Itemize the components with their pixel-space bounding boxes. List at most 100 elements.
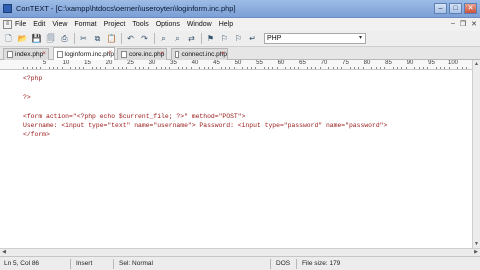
- ruler-tick: [315, 67, 317, 69]
- save-all-icon[interactable]: 🗐: [45, 33, 56, 44]
- scroll-down-icon[interactable]: ▼: [473, 240, 480, 248]
- status-divider: [113, 259, 114, 269]
- menu-project[interactable]: Project: [104, 21, 126, 28]
- redo-icon[interactable]: ↷: [139, 33, 150, 44]
- ruler-label: 95: [428, 60, 435, 66]
- ruler-tick: [117, 67, 119, 69]
- ruler-tick: [448, 67, 450, 69]
- find-next-icon[interactable]: ⌕: [172, 33, 183, 44]
- ruler-tick: [134, 67, 136, 69]
- ruler-tick: [418, 67, 420, 69]
- ruler-tick: [384, 67, 386, 69]
- menu-tools[interactable]: Tools: [132, 21, 148, 28]
- horizontal-scrollbar[interactable]: ◀ ▶: [0, 248, 480, 256]
- scroll-up-icon[interactable]: ▲: [473, 60, 480, 68]
- ruler-tick: [319, 67, 321, 69]
- app-icon: [3, 4, 12, 13]
- tab-core-inc-php[interactable]: core.inc.php ×: [117, 48, 167, 60]
- ruler-tick: [242, 67, 244, 69]
- ruler-tick: [169, 67, 171, 69]
- ruler-tick: [23, 67, 24, 69]
- cut-icon[interactable]: ✂: [78, 33, 89, 44]
- ruler-tick: [96, 67, 98, 69]
- ruler-tick: [392, 67, 394, 69]
- tab-close-icon[interactable]: ×: [160, 50, 164, 57]
- ruler-tick: [336, 67, 338, 69]
- code-editor[interactable]: <?php ?> <form action="<?php echo $curre…: [0, 71, 472, 248]
- new-file-icon[interactable]: 🗋: [3, 33, 14, 44]
- ruler-tick: [74, 67, 76, 69]
- ruler-tick: [83, 67, 85, 69]
- replace-icon[interactable]: ⇄: [186, 33, 197, 44]
- cursor-position: Ln 5, Col 86: [4, 260, 40, 267]
- copy-icon[interactable]: ⧉: [92, 33, 103, 44]
- maximize-button[interactable]: □: [449, 3, 462, 14]
- print-icon[interactable]: ⎙: [59, 33, 70, 44]
- ruler-tick: [207, 67, 209, 69]
- ruler-tick: [160, 67, 162, 69]
- menu-file[interactable]: File: [15, 21, 26, 28]
- tab-loginform-inc-php[interactable]: loginform.inc.php ×: [53, 47, 115, 60]
- ruler-tick: [225, 67, 227, 69]
- bookmark-prev-icon[interactable]: ⚐: [233, 33, 244, 44]
- tab-connect-inc-php[interactable]: connect.inc.php ×: [171, 48, 228, 60]
- document-minimize-button[interactable]: –: [451, 20, 455, 28]
- ruler-label: 5: [42, 60, 47, 66]
- file-icon: [175, 51, 180, 58]
- ruler-label: 45: [213, 60, 220, 66]
- menu-format[interactable]: Format: [74, 21, 96, 28]
- menu-window[interactable]: Window: [187, 21, 212, 28]
- tab-index-php[interactable]: index.php ×: [3, 48, 49, 60]
- file-icon: [7, 51, 13, 58]
- ruler-tick: [212, 67, 214, 69]
- open-file-icon[interactable]: 📂: [17, 33, 28, 44]
- ruler-label: 80: [363, 60, 371, 66]
- bookmark-toggle-icon[interactable]: ⚑: [205, 33, 216, 44]
- ruler-tick: [91, 67, 93, 69]
- vertical-scrollbar[interactable]: ▲ ▼: [472, 60, 480, 248]
- menu-options[interactable]: Options: [156, 21, 180, 28]
- ruler-label: 85: [385, 60, 392, 66]
- ruler-tick: [465, 67, 467, 69]
- toolbar-separator: [154, 33, 155, 44]
- toolbar-separator: [74, 33, 75, 44]
- code-line: <form action="<?php echo $current_file; …: [23, 113, 246, 120]
- tab-close-icon[interactable]: ×: [42, 50, 46, 57]
- scroll-right-icon[interactable]: ▶: [472, 249, 480, 256]
- bookmark-next-icon[interactable]: ⚐: [219, 33, 230, 44]
- window-title: ConTEXT - [C:\xampp\htdocs\oerneri\usero…: [16, 4, 236, 13]
- save-icon[interactable]: 💾: [31, 33, 42, 44]
- ruler-tick: [435, 67, 437, 69]
- document-window-controls: – ❐ ✕: [451, 20, 477, 28]
- ruler-tick: [371, 67, 373, 69]
- ruler-tick: [349, 67, 351, 69]
- document-menu-icon[interactable]: ≡: [3, 20, 12, 29]
- undo-icon[interactable]: ↶: [125, 33, 136, 44]
- ruler-tick: [147, 67, 149, 69]
- status-divider: [296, 259, 297, 269]
- document-restore-button[interactable]: ❐: [460, 20, 466, 28]
- ruler-tick: [285, 67, 287, 69]
- status-bar: Ln 5, Col 86 Insert Sel: Normal DOS File…: [0, 256, 480, 270]
- word-wrap-icon[interactable]: ↵: [247, 33, 258, 44]
- tab-close-icon[interactable]: ×: [221, 50, 225, 57]
- minimize-button[interactable]: –: [434, 3, 447, 14]
- file-size: File size: 179: [302, 260, 341, 267]
- close-button[interactable]: ✕: [464, 3, 477, 14]
- ruler-tick: [246, 67, 248, 69]
- tab-label: index.php: [15, 51, 44, 58]
- scroll-left-icon[interactable]: ◀: [0, 249, 8, 256]
- language-select[interactable]: PHP ▾: [264, 33, 366, 44]
- document-close-button[interactable]: ✕: [471, 20, 477, 28]
- menu-edit[interactable]: Edit: [33, 21, 45, 28]
- ruler-tick: [113, 67, 115, 69]
- menu-help[interactable]: Help: [219, 21, 233, 28]
- ruler-label: 30: [148, 60, 156, 66]
- ruler-tick: [203, 67, 205, 69]
- ruler-tick: [289, 67, 291, 69]
- find-icon[interactable]: ⌕: [158, 33, 169, 44]
- menu-view[interactable]: View: [52, 21, 67, 28]
- ruler-tick: [332, 67, 334, 69]
- tab-close-icon[interactable]: ×: [108, 49, 112, 56]
- paste-icon[interactable]: 📋: [106, 33, 117, 44]
